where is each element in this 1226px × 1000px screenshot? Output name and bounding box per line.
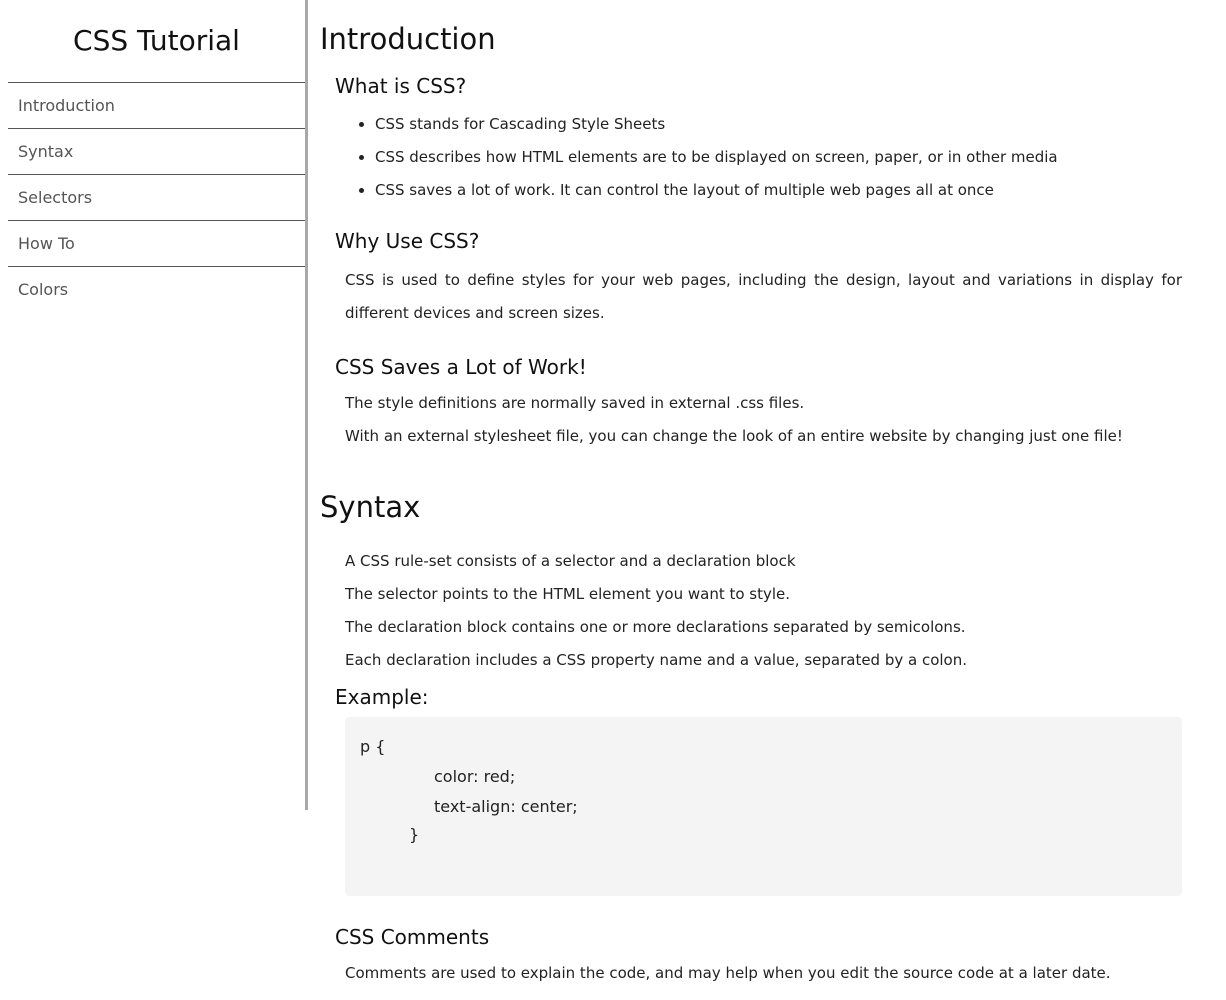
syntax-line: The selector points to the HTML element … bbox=[345, 585, 791, 603]
css-saves-work-heading: CSS Saves a Lot of Work! bbox=[335, 355, 587, 379]
css-saves-work-line: With an external stylesheet file, you ca… bbox=[345, 427, 1123, 445]
what-is-css-heading: What is CSS? bbox=[335, 74, 467, 98]
why-use-css-text: CSS is used to define styles for your we… bbox=[345, 271, 1182, 322]
syntax-line: The declaration block contains one or mo… bbox=[345, 618, 966, 636]
code-example: p { color: red; text-align: center; } bbox=[345, 717, 1182, 896]
code-line: } bbox=[409, 825, 420, 844]
sidebar: CSS Tutorial Introduction Syntax Selecto… bbox=[0, 0, 308, 810]
list-item: CSS stands for Cascading Style Sheets bbox=[375, 112, 1058, 145]
sidebar-nav: Introduction Syntax Selectors How To Col… bbox=[8, 83, 305, 312]
syntax-heading: Syntax bbox=[320, 490, 421, 524]
code-line: color: red; bbox=[434, 767, 516, 786]
css-saves-work-line: The style definitions are normally saved… bbox=[345, 394, 805, 412]
example-heading: Example: bbox=[335, 685, 429, 709]
syntax-line: Each declaration includes a CSS property… bbox=[345, 651, 968, 669]
sidebar-item-selectors[interactable]: Selectors bbox=[8, 175, 305, 221]
code-line: text-align: center; bbox=[434, 797, 578, 816]
sidebar-item-how-to[interactable]: How To bbox=[8, 221, 305, 267]
css-comments-heading: CSS Comments bbox=[335, 925, 490, 949]
code-line: p { bbox=[360, 737, 386, 756]
sidebar-title: CSS Tutorial bbox=[8, 0, 305, 83]
sidebar-item-colors[interactable]: Colors bbox=[8, 267, 305, 312]
list-item: CSS saves a lot of work. It can control … bbox=[375, 178, 1058, 211]
syntax-line: A CSS rule-set consists of a selector an… bbox=[345, 552, 796, 570]
sidebar-item-introduction[interactable]: Introduction bbox=[8, 83, 305, 129]
why-use-css-heading: Why Use CSS? bbox=[335, 229, 480, 253]
introduction-heading: Introduction bbox=[320, 22, 496, 56]
sidebar-item-syntax[interactable]: Syntax bbox=[8, 129, 305, 175]
what-is-css-list: CSS stands for Cascading Style Sheets CS… bbox=[335, 112, 1058, 211]
css-comments-text: Comments are used to explain the code, a… bbox=[345, 964, 1111, 982]
list-item: CSS describes how HTML elements are to b… bbox=[375, 145, 1058, 178]
